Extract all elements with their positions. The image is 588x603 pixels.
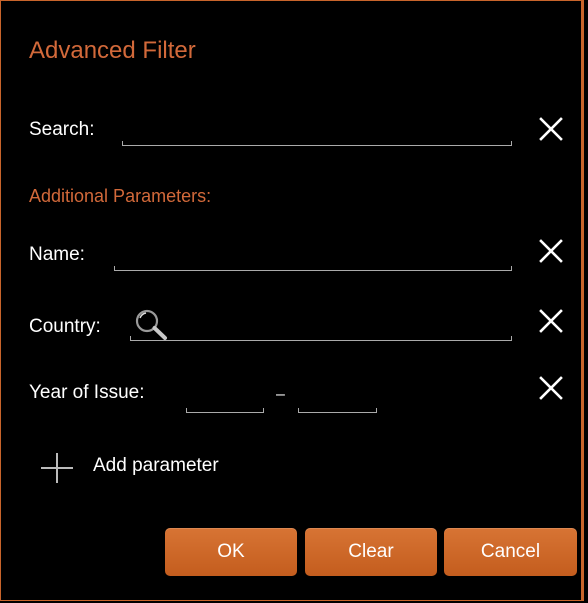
year-from-input[interactable]	[186, 398, 264, 413]
search-label: Search:	[29, 119, 95, 140]
clear-name-button[interactable]	[538, 238, 564, 264]
close-icon	[539, 117, 563, 141]
close-icon	[539, 309, 563, 333]
year-of-issue-label: Year of Issue:	[29, 382, 145, 403]
name-label: Name:	[29, 244, 85, 265]
add-parameter-label: Add parameter	[93, 455, 219, 476]
plus-icon	[41, 453, 73, 483]
country-input[interactable]	[130, 326, 512, 341]
year-to-input[interactable]	[298, 398, 377, 413]
ok-button[interactable]: OK	[165, 528, 297, 576]
clear-search-button[interactable]	[538, 116, 564, 142]
year-range-separator: –	[276, 386, 285, 403]
search-icon[interactable]	[132, 307, 176, 341]
clear-country-button[interactable]	[538, 308, 564, 334]
additional-parameters-heading: Additional Parameters:	[29, 186, 212, 206]
cancel-button[interactable]: Cancel	[444, 528, 577, 576]
advanced-filter-dialog: Advanced Filter Search: Additional Param…	[0, 0, 584, 601]
name-input[interactable]	[114, 256, 512, 271]
dialog-title: Advanced Filter	[29, 37, 196, 64]
clear-year-button[interactable]	[538, 375, 564, 401]
close-icon	[539, 376, 563, 400]
country-label: Country:	[29, 316, 101, 337]
clear-button[interactable]: Clear	[305, 528, 437, 576]
close-icon	[539, 239, 563, 263]
search-input[interactable]	[122, 131, 512, 146]
